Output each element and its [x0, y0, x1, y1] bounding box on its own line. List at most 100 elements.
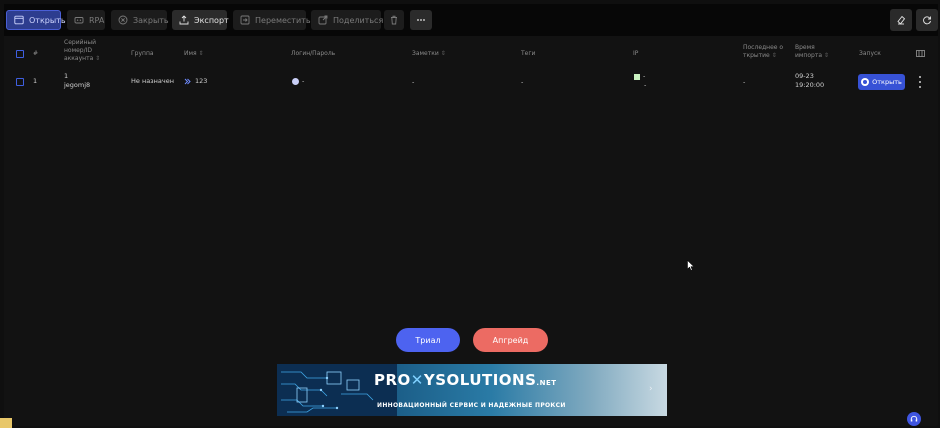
chrome-icon	[861, 78, 870, 86]
window-icon	[14, 15, 24, 25]
header-import-time-line1: Время	[795, 44, 815, 51]
app-window: Открыть RPA Закрыть Экспорт Переместить …	[4, 4, 938, 426]
header-notes[interactable]: Заметки ⇕	[412, 50, 446, 58]
header-last-open-line2: ткрытие	[743, 52, 770, 59]
export-button-label: Экспорт	[194, 15, 229, 25]
move-button[interactable]: Переместить	[233, 10, 311, 30]
logo-x-icon: ✕	[410, 371, 424, 389]
eraser-icon	[897, 15, 906, 25]
row-login: -	[292, 77, 304, 86]
row-import-date: 09-23	[795, 72, 814, 80]
more-horizontal-icon	[417, 19, 425, 21]
row-ip-line1: -	[643, 72, 646, 80]
row-ip-line2: -	[644, 81, 647, 89]
row-serial: 1 jegomj8	[64, 72, 90, 90]
delete-button[interactable]	[384, 10, 404, 30]
support-button[interactable]	[907, 412, 921, 426]
chevron-right-icon[interactable]: ›	[649, 384, 653, 394]
row-num: 1	[33, 77, 38, 85]
refresh-icon	[923, 16, 931, 25]
dot	[919, 81, 921, 83]
column-settings-icon[interactable]	[916, 50, 925, 57]
chrome-icon	[184, 78, 191, 85]
open-button-label: Открыть	[29, 15, 66, 25]
upgrade-button[interactable]: Апгрейд	[473, 328, 548, 352]
table-row[interactable]: 1 1 jegomj8 Не назначен 123 - - - - - - …	[4, 72, 938, 100]
robot-icon	[74, 17, 84, 24]
header-tags: Теги	[521, 50, 536, 57]
dot	[919, 86, 921, 88]
row-login-value: -	[302, 77, 305, 85]
upload-icon	[179, 15, 189, 25]
sort-icon: ⇕	[95, 55, 101, 62]
trial-button[interactable]: Триал	[396, 328, 460, 352]
select-all-checkbox[interactable]	[16, 50, 24, 58]
close-button[interactable]: Закрыть	[111, 10, 169, 30]
clear-button[interactable]	[890, 9, 912, 31]
header-launch: Запуск	[859, 50, 881, 57]
row-notes: -	[412, 78, 415, 86]
share-icon	[318, 15, 328, 25]
row-name-label: 123	[195, 77, 208, 85]
toolbar: Открыть RPA Закрыть Экспорт Переместить …	[4, 4, 938, 36]
move-icon	[240, 15, 250, 25]
row-open-button[interactable]: Открыть	[858, 74, 905, 90]
row-import-time: 09-23 19:20:00	[795, 72, 824, 90]
logo-pro: PRO	[374, 371, 411, 389]
rpa-button[interactable]: RPA	[67, 10, 105, 30]
avatar-icon	[292, 78, 299, 85]
header-num: #	[33, 50, 39, 57]
sort-icon: ⇕	[771, 52, 777, 59]
sort-icon: ⇕	[440, 50, 446, 57]
row-last-open: -	[743, 78, 746, 86]
header-name[interactable]: Имя ⇕	[184, 50, 204, 58]
headset-icon	[910, 415, 918, 422]
more-button[interactable]	[410, 10, 432, 30]
open-button[interactable]: Открыть	[6, 10, 66, 30]
row-more-menu[interactable]	[918, 76, 922, 88]
rpa-button-label: RPA	[89, 15, 105, 25]
ip-flag-icon	[634, 73, 640, 80]
share-button[interactable]: Поделиться	[311, 10, 384, 30]
table-header: # Серийный номер/ID аккаунта ⇕ Группа Им…	[4, 38, 938, 72]
header-group: Группа	[131, 50, 154, 57]
row-import-clock: 19:20:00	[795, 81, 825, 89]
corner-badge-icon	[0, 418, 12, 428]
row-ip: - -	[634, 72, 646, 90]
header-serial-line1: Серийный	[64, 39, 97, 46]
row-tags: -	[521, 78, 524, 86]
logo-ysolutions: YSOLUTIONS	[423, 371, 537, 389]
header-notes-label: Заметки	[412, 50, 439, 57]
header-last-open-line1: Последнее о	[743, 44, 784, 51]
row-name[interactable]: 123	[184, 77, 207, 86]
export-button[interactable]: Экспорт	[172, 10, 229, 30]
row-serial-number: 1	[64, 72, 69, 80]
logo-net: .NET	[536, 379, 557, 387]
sort-icon: ⇕	[198, 50, 204, 57]
banner-tagline: ИННОВАЦИОННЫЙ СЕРВИС И НАДЕЖНЫЕ ПРОКСИ	[377, 402, 566, 409]
dot	[919, 76, 921, 78]
row-group: Не назначен	[131, 77, 174, 85]
trash-icon	[391, 15, 397, 25]
header-import-time-line2: импорта	[795, 52, 822, 59]
close-circle-icon	[118, 15, 128, 25]
header-name-label: Имя	[184, 50, 197, 57]
share-button-label: Поделиться	[333, 15, 384, 25]
row-checkbox[interactable]	[16, 78, 24, 86]
mouse-cursor-icon	[687, 260, 695, 271]
row-account-id: jegomj8	[64, 81, 91, 89]
header-ip: IP	[633, 50, 639, 57]
header-last-open[interactable]: Последнее о ткрытие ⇕	[743, 44, 783, 60]
header-serial-line2: номер/ID	[64, 47, 93, 54]
sort-icon: ⇕	[823, 52, 829, 59]
move-button-label: Переместить	[255, 15, 311, 25]
header-serial[interactable]: Серийный номер/ID аккаунта ⇕	[64, 39, 100, 63]
banner-logo: PRO✕YSOLUTIONS.NET	[374, 371, 557, 389]
close-button-label: Закрыть	[133, 15, 169, 25]
row-open-button-label: Открыть	[872, 78, 902, 86]
promo-banner[interactable]: PRO✕YSOLUTIONS.NET ИННОВАЦИОННЫЙ СЕРВИС …	[277, 364, 667, 416]
refresh-button[interactable]	[916, 9, 938, 31]
header-login: Логин/Пароль	[291, 50, 336, 57]
header-serial-line3: аккаунта	[64, 55, 94, 62]
header-import-time[interactable]: Время импорта ⇕	[795, 44, 829, 60]
